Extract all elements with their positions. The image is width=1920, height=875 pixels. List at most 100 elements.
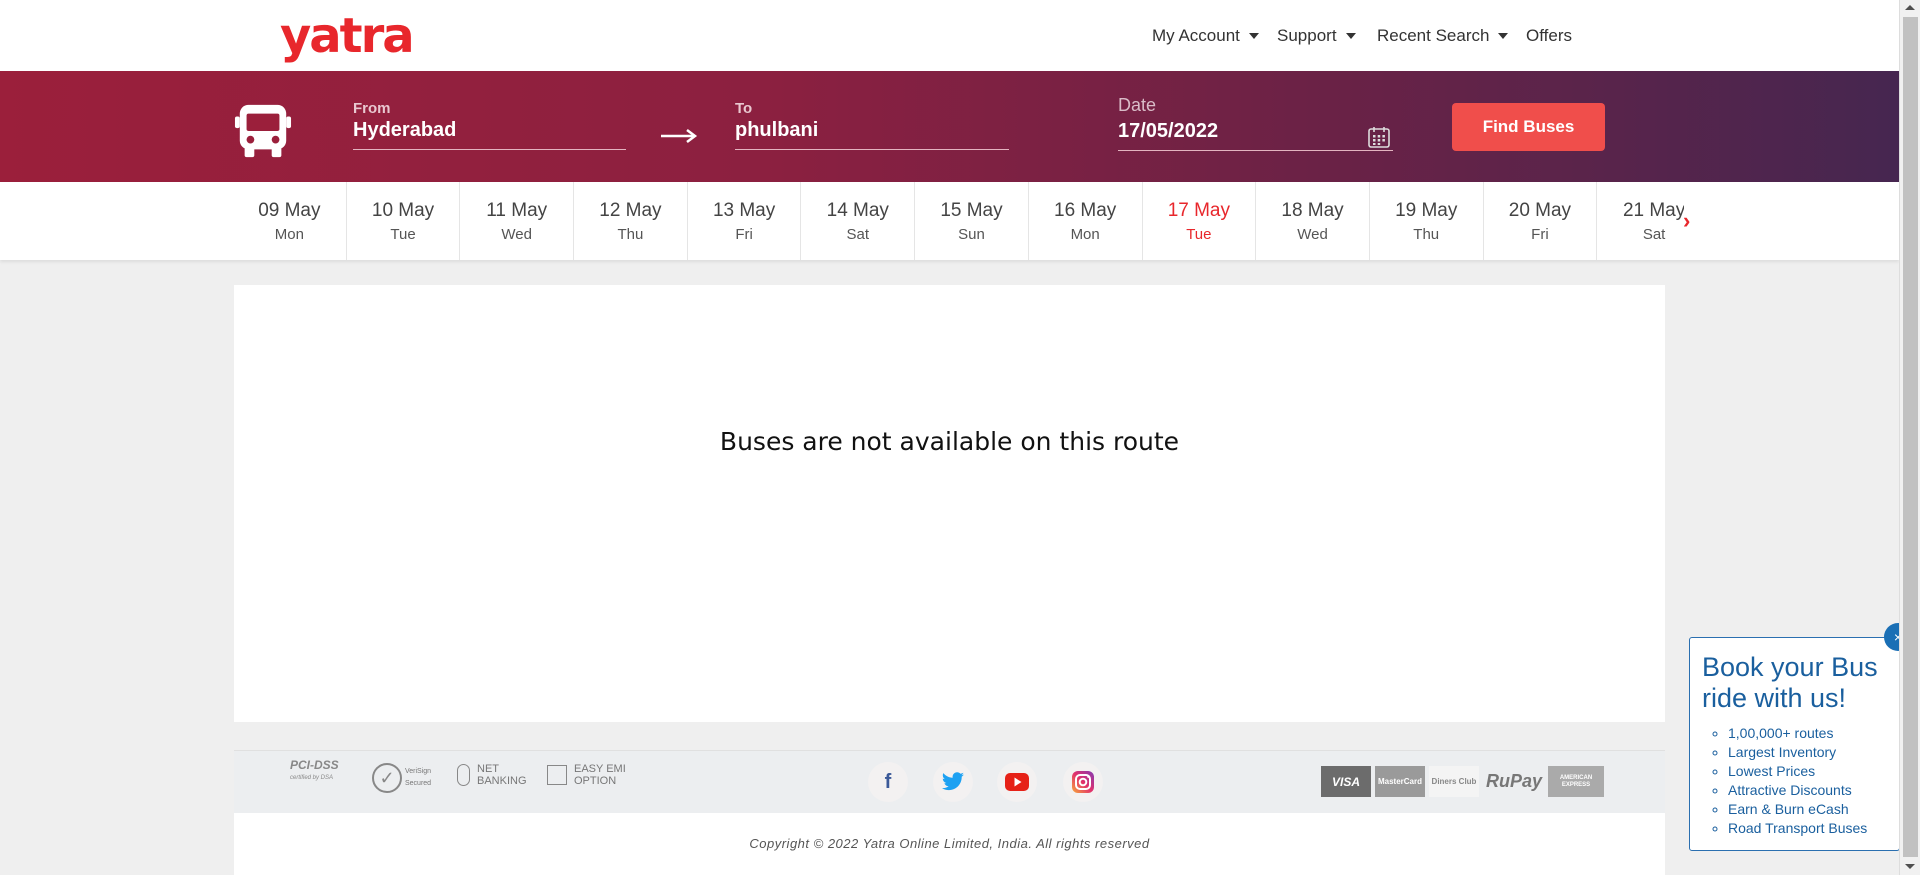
promo-item: Road Transport Buses <box>1728 819 1887 838</box>
pci-dss-text: PCI-DSS <box>290 758 339 772</box>
find-buses-button[interactable]: Find Buses <box>1452 103 1605 151</box>
chevron-right-icon[interactable]: › <box>1683 208 1690 234</box>
from-value[interactable]: Hyderabad <box>353 119 626 142</box>
date-tab-day: Wed <box>501 226 532 243</box>
verisign-badge: ✓ VeriSign Secured <box>372 763 439 793</box>
yatra-logo[interactable]: yatra <box>280 10 415 62</box>
instagram-icon[interactable] <box>1063 762 1103 802</box>
date-tab-day: Thu <box>617 226 644 243</box>
date-tab-date: 16 May <box>1054 200 1117 221</box>
footer-trust-bar: PCI-DSS certified by DSA ✓ VeriSign Secu… <box>234 750 1665 813</box>
date-tab[interactable]: 10 May Tue <box>347 182 461 260</box>
date-tab[interactable]: 09 May Mon <box>233 182 347 260</box>
caret-down-icon <box>1345 33 1356 39</box>
date-tab-selected[interactable]: 17 May Tue <box>1143 182 1257 260</box>
date-tab-date: 20 May <box>1508 200 1572 221</box>
date-tab[interactable]: 20 May Fri <box>1484 182 1598 260</box>
promo-item: Largest Inventory <box>1728 743 1887 762</box>
date-tab[interactable]: 16 May Mon <box>1029 182 1143 260</box>
date-tab-date: 11 May <box>486 200 548 221</box>
date-underline <box>1118 150 1393 151</box>
calendar-icon[interactable] <box>1368 126 1390 148</box>
nav-label: Offers <box>1526 26 1572 45</box>
to-value[interactable]: phulbani <box>735 119 1009 142</box>
date-tab-day: Thu <box>1413 226 1440 243</box>
twitter-icon[interactable] <box>933 762 973 802</box>
date-tab-date: 10 May <box>371 200 435 221</box>
header: yatra My Account Support Recent Search O… <box>0 0 1899 71</box>
date-tab-day: Sun <box>958 226 985 243</box>
date-tab-date: 09 May <box>258 200 321 221</box>
pci-dss-sub: certified by DSA <box>290 775 334 781</box>
amex-logo: AMERICAN EXPRESS <box>1548 766 1604 797</box>
visa-logo: VISA <box>1321 766 1371 797</box>
footer-bottom: Copyright © 2022 Yatra Online Limited, I… <box>234 813 1665 875</box>
net-banking-text: NET BANKING <box>477 763 527 787</box>
scroll-up-arrow-icon[interactable] <box>1905 5 1915 10</box>
nav-recent-search[interactable]: Recent Search <box>1377 26 1509 46</box>
verisign-text: VeriSign Secured <box>405 768 432 787</box>
date-field[interactable]: Date 17/05/2022 <box>1118 95 1393 151</box>
no-buses-message: Buses are not available on this route <box>719 427 1180 456</box>
date-tab-day: Tue <box>390 226 416 243</box>
date-tab-date: 13 May <box>712 200 776 221</box>
check-circle-icon: ✓ <box>372 763 402 793</box>
date-value[interactable]: 17/05/2022 <box>1118 120 1393 143</box>
date-tab[interactable]: 15 May Sun <box>915 182 1029 260</box>
date-label: Date <box>1118 95 1157 115</box>
caret-down-icon <box>1248 33 1259 39</box>
scrollbar-thumb[interactable] <box>1903 17 1918 857</box>
nav-label: Support <box>1277 26 1337 45</box>
scroll-down-arrow-icon[interactable] <box>1905 864 1915 869</box>
to-field[interactable]: To phulbani <box>735 100 1009 150</box>
caret-down-icon <box>1498 33 1509 39</box>
net-banking-badge: NET BANKING <box>457 763 533 787</box>
date-tab-day: Mon <box>1070 226 1100 243</box>
calendar-icon <box>547 765 567 785</box>
promo-item: 1,00,000+ routes <box>1728 724 1887 743</box>
nav-offers[interactable]: Offers <box>1526 26 1572 46</box>
date-tab-day: Sat <box>846 226 870 243</box>
bus-promo-box[interactable]: Book your Bus ride with us! 1,00,000+ ro… <box>1689 637 1900 851</box>
date-tab-date: 15 May <box>940 200 1003 221</box>
date-tab-date: 19 May <box>1395 200 1458 221</box>
date-tab-date: 12 May <box>599 200 662 221</box>
from-label: From <box>353 100 391 117</box>
youtube-icon[interactable] <box>997 762 1037 802</box>
results-panel: Buses are not available on this route <box>234 285 1665 722</box>
from-underline <box>353 149 626 150</box>
page-scrollbar[interactable] <box>1899 0 1920 875</box>
nav-my-account[interactable]: My Account <box>1152 26 1259 46</box>
arrow-right-icon <box>661 129 698 143</box>
date-tab[interactable]: 14 May Sat <box>801 182 916 260</box>
date-tab-date: 14 May <box>826 200 889 221</box>
nav-label: Recent Search <box>1377 26 1490 45</box>
date-tab-day: Tue <box>1186 226 1212 243</box>
promo-item: Lowest Prices <box>1728 762 1887 781</box>
date-tab-day: Wed <box>1297 226 1328 243</box>
mouse-icon <box>457 764 470 786</box>
date-tab-day: Sat <box>1642 226 1666 243</box>
to-underline <box>735 149 1009 150</box>
search-band: From Hyderabad To phulbani Date 17/05/20… <box>0 71 1899 182</box>
date-tab[interactable]: 12 May Thu <box>574 182 688 260</box>
bus-icon <box>234 104 292 158</box>
date-tab-day: Mon <box>274 226 304 243</box>
date-strip: 09 May Mon 10 May Tue 11 May Wed 12 May Thu … <box>0 182 1899 260</box>
date-tab[interactable]: 19 May Thu <box>1370 182 1484 260</box>
easy-emi-text: EASY EMI OPTION <box>574 763 626 787</box>
date-tab[interactable]: 11 May Wed <box>460 182 575 260</box>
nav-label: My Account <box>1152 26 1240 45</box>
facebook-icon[interactable]: f <box>868 762 908 802</box>
nav-support[interactable]: Support <box>1277 26 1356 46</box>
to-label: To <box>735 100 753 117</box>
promo-list: 1,00,000+ routes Largest Inventory Lowes… <box>1702 724 1887 838</box>
from-field[interactable]: From Hyderabad <box>353 100 626 150</box>
easy-emi-badge: EASY EMI OPTION <box>547 763 630 787</box>
promo-item: Earn & Burn eCash <box>1728 800 1887 819</box>
date-tab[interactable]: 18 May Wed <box>1256 182 1370 260</box>
date-tab[interactable]: 21 May Sat <box>1597 182 1684 260</box>
pci-dss-badge: PCI-DSS certified by DSA <box>290 759 339 785</box>
date-tab[interactable]: 13 May Fri <box>688 182 802 260</box>
date-tab-day: Fri <box>735 226 753 243</box>
